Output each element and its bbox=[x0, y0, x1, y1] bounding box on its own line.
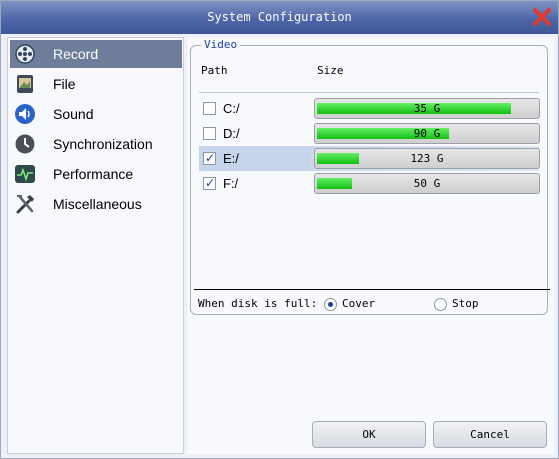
path-cell: ✓ E:/ bbox=[199, 146, 311, 171]
tools-icon bbox=[16, 195, 34, 214]
sidebar-item-label: File bbox=[53, 76, 76, 92]
disk-size-label: 123 G bbox=[410, 152, 444, 165]
video-group: Video Path Size C:/ 35 G D:/ 90 G ✓ E:/ … bbox=[190, 38, 550, 315]
disk-checkbox[interactable]: ✓ bbox=[203, 176, 216, 190]
disk-usage-bar: 123 G bbox=[314, 148, 540, 169]
ok-button[interactable]: OK bbox=[312, 421, 426, 448]
close-icon bbox=[533, 8, 551, 26]
column-header-path: Path bbox=[201, 64, 228, 77]
disk-path: E:/ bbox=[223, 151, 239, 166]
table-row[interactable]: ✓ E:/ 123 G bbox=[199, 146, 540, 171]
speaker-icon bbox=[15, 104, 35, 124]
record-settings-panel: Video Path Size C:/ 35 G D:/ 90 G ✓ E:/ … bbox=[187, 37, 554, 454]
header-divider bbox=[199, 92, 539, 93]
film-reel-icon bbox=[15, 44, 35, 64]
disk-size-label: 35 G bbox=[413, 102, 441, 115]
table-row[interactable]: ✓ F:/ 50 G bbox=[199, 171, 540, 196]
sidebar-item-label: Record bbox=[53, 46, 99, 62]
sidebar-item-file[interactable]: File bbox=[10, 70, 182, 98]
table-row[interactable]: D:/ 90 G bbox=[199, 121, 540, 146]
cover-radio[interactable] bbox=[324, 298, 337, 311]
path-cell: C:/ bbox=[199, 96, 311, 121]
stop-radio-label[interactable]: Stop bbox=[452, 297, 479, 310]
disk-full-divider bbox=[194, 289, 550, 290]
disk-checkbox[interactable] bbox=[203, 102, 216, 115]
disk-path: C:/ bbox=[223, 101, 240, 116]
disk-size-label: 90 G bbox=[413, 127, 441, 140]
stop-radio[interactable] bbox=[434, 298, 447, 311]
sidebar-item-miscellaneous[interactable]: Miscellaneous bbox=[10, 190, 182, 218]
disk-usage-bar: 35 G bbox=[314, 98, 540, 119]
path-cell: D:/ bbox=[199, 121, 311, 146]
disk-path: F:/ bbox=[223, 176, 239, 191]
radio-dot bbox=[328, 302, 333, 307]
sidebar-item-sound[interactable]: Sound bbox=[10, 100, 182, 128]
disk-size-label: 50 G bbox=[413, 177, 441, 190]
checkmark-icon: ✓ bbox=[205, 176, 216, 190]
disk-path: D:/ bbox=[223, 126, 240, 141]
video-group-legend: Video bbox=[201, 38, 241, 51]
column-header-size: Size bbox=[317, 64, 344, 77]
disk-full-label: When disk is full: bbox=[198, 297, 318, 310]
sidebar-item-performance[interactable]: Performance bbox=[10, 160, 182, 188]
disk-checkbox[interactable] bbox=[203, 127, 216, 140]
sidebar-item-synchronization[interactable]: Synchronization bbox=[10, 130, 182, 158]
sidebar-item-label: Performance bbox=[53, 166, 134, 182]
checkmark-icon: ✓ bbox=[205, 151, 216, 165]
disk-usage-bar: 50 G bbox=[314, 173, 540, 194]
file-icon bbox=[17, 75, 33, 93]
sidebar-item-label: Synchronization bbox=[53, 136, 153, 152]
close-button[interactable] bbox=[532, 7, 552, 27]
sidebar-item-label: Miscellaneous bbox=[53, 196, 142, 212]
clock-icon bbox=[15, 134, 35, 154]
sidebar-item-label: Sound bbox=[53, 106, 94, 122]
sidebar-item-record[interactable]: Record bbox=[10, 40, 182, 68]
pulse-monitor-icon bbox=[15, 165, 35, 183]
cancel-button[interactable]: Cancel bbox=[433, 421, 547, 448]
path-cell: ✓ F:/ bbox=[199, 171, 311, 196]
window-title: System Configuration bbox=[207, 10, 352, 24]
title-bar: System Configuration bbox=[1, 1, 558, 34]
disk-usage-bar: 90 G bbox=[314, 123, 540, 144]
table-row[interactable]: C:/ 35 G bbox=[199, 96, 540, 121]
cover-radio-label[interactable]: Cover bbox=[342, 297, 375, 310]
system-configuration-window: System Configuration Record File Sound S… bbox=[0, 0, 559, 459]
settings-sidebar: Record File Sound Synchronization Perfor… bbox=[7, 37, 184, 454]
disk-checkbox[interactable]: ✓ bbox=[203, 151, 216, 165]
